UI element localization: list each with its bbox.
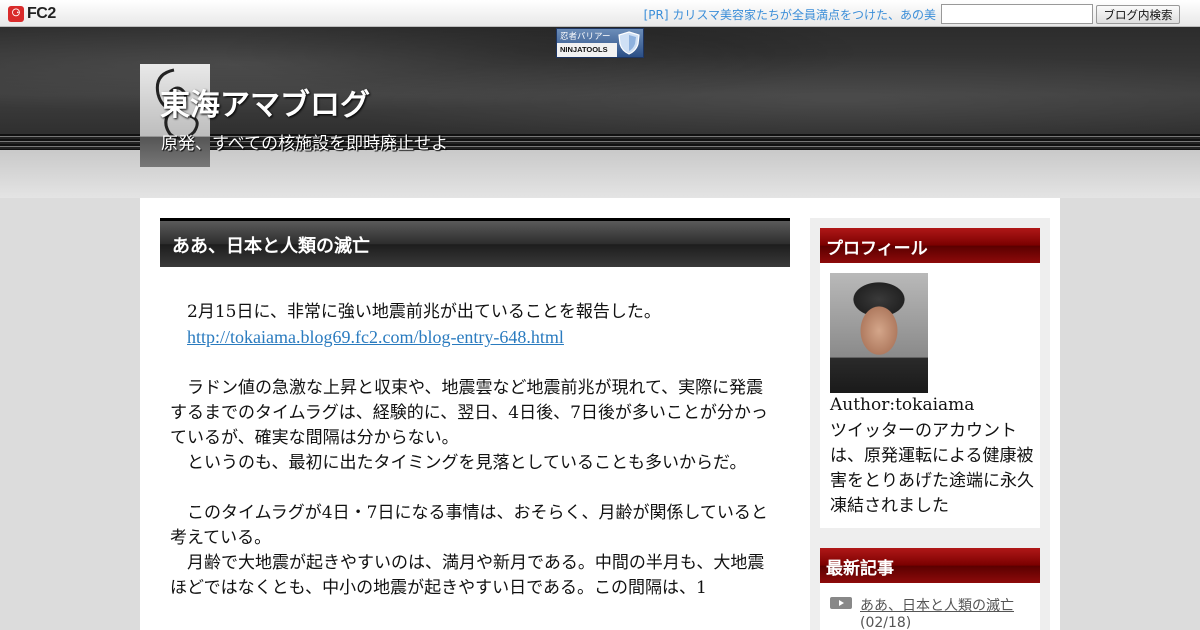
fc2-logo-text: FC2 <box>27 4 56 22</box>
recent-post-link[interactable]: ああ、日本と人類の滅亡 <box>860 595 1014 615</box>
profile-photo <box>830 273 928 393</box>
sidebar: プロフィール Author:tokaiama ツイッターのアカウントは、原発運転… <box>810 218 1050 630</box>
profile-description: ツイッターのアカウントは、原発運転による健康被害をとりあげた途端に永久凍結されま… <box>830 421 1034 516</box>
shield-icon <box>618 31 640 55</box>
profile-author: Author:tokaiama <box>830 395 975 415</box>
fc2-logo[interactable]: ⚆ FC2 <box>8 4 56 23</box>
ninja-tools-badge[interactable]: 忍者バリアー NINJATOOLS <box>556 28 644 58</box>
blog-title[interactable]: 東海アマブログ <box>160 80 370 124</box>
entry-paragraph: というのも、最初に出たタイミングを見落としていることも多いからだ。 <box>170 453 747 473</box>
fc2-logo-icon: ⚆ <box>8 5 24 22</box>
blog-search-input[interactable] <box>941 4 1093 24</box>
entry-paragraph: ラドン値の急激な上昇と収束や、地震雲など地震前兆が現れて、実際に発震するまでのタ… <box>170 378 768 448</box>
recent-posts-heading-label: 最新記事 <box>826 559 894 579</box>
blog-search-button[interactable]: ブログ内検索 <box>1096 5 1180 24</box>
entry-body: 2月15日に、非常に強い地震前兆が出ていることを報告した。 http://tok… <box>170 300 778 601</box>
recent-posts-box: ああ、日本と人類の滅亡 (02/18) <box>820 583 1040 630</box>
pr-ad-link[interactable]: [PR] カリスマ美容家たちが全員満点をつけた、あの美 <box>644 6 936 23</box>
fc2-topbar: ⚆ FC2 [PR] カリスマ美容家たちが全員満点をつけた、あの美 ブログ内検索 <box>0 0 1200 27</box>
entry-paragraph: このタイムラグが4日・7日になる事情は、おそらく、月齢が関係していると考えている… <box>170 503 768 548</box>
recent-posts-heading: 最新記事 <box>820 548 1040 583</box>
entry-link[interactable]: http://tokaiama.blog69.fc2.com/blog-entr… <box>187 327 564 347</box>
blog-subtitle: 原発、すべての核施設を即時廃止せよ <box>161 134 449 154</box>
recent-post-date: (02/18) <box>860 615 912 630</box>
ninja-badge-brand: NINJATOOLS <box>557 43 617 57</box>
profile-box: Author:tokaiama ツイッターのアカウントは、原発運転による健康被害… <box>820 263 1040 528</box>
entry-link-line: http://tokaiama.blog69.fc2.com/blog-entr… <box>170 325 778 351</box>
entry-title-bar: ああ、日本と人類の滅亡 <box>160 218 790 267</box>
entry-paragraph: 2月15日に、非常に強い地震前兆が出ていることを報告した。 <box>170 302 661 322</box>
content-wrapper: ああ、日本と人類の滅亡 2月15日に、非常に強い地震前兆が出ていることを報告した… <box>140 198 1060 630</box>
profile-heading: プロフィール <box>820 228 1040 263</box>
entry-title[interactable]: ああ、日本と人類の滅亡 <box>172 232 370 258</box>
profile-heading-label: プロフィール <box>826 239 928 259</box>
video-icon <box>830 597 852 609</box>
ninja-badge-label: 忍者バリアー <box>560 32 611 42</box>
entry-paragraph: 月齢で大地震が起きやすいのは、満月や新月である。中間の半月も、大地震ほどではなく… <box>170 553 765 598</box>
